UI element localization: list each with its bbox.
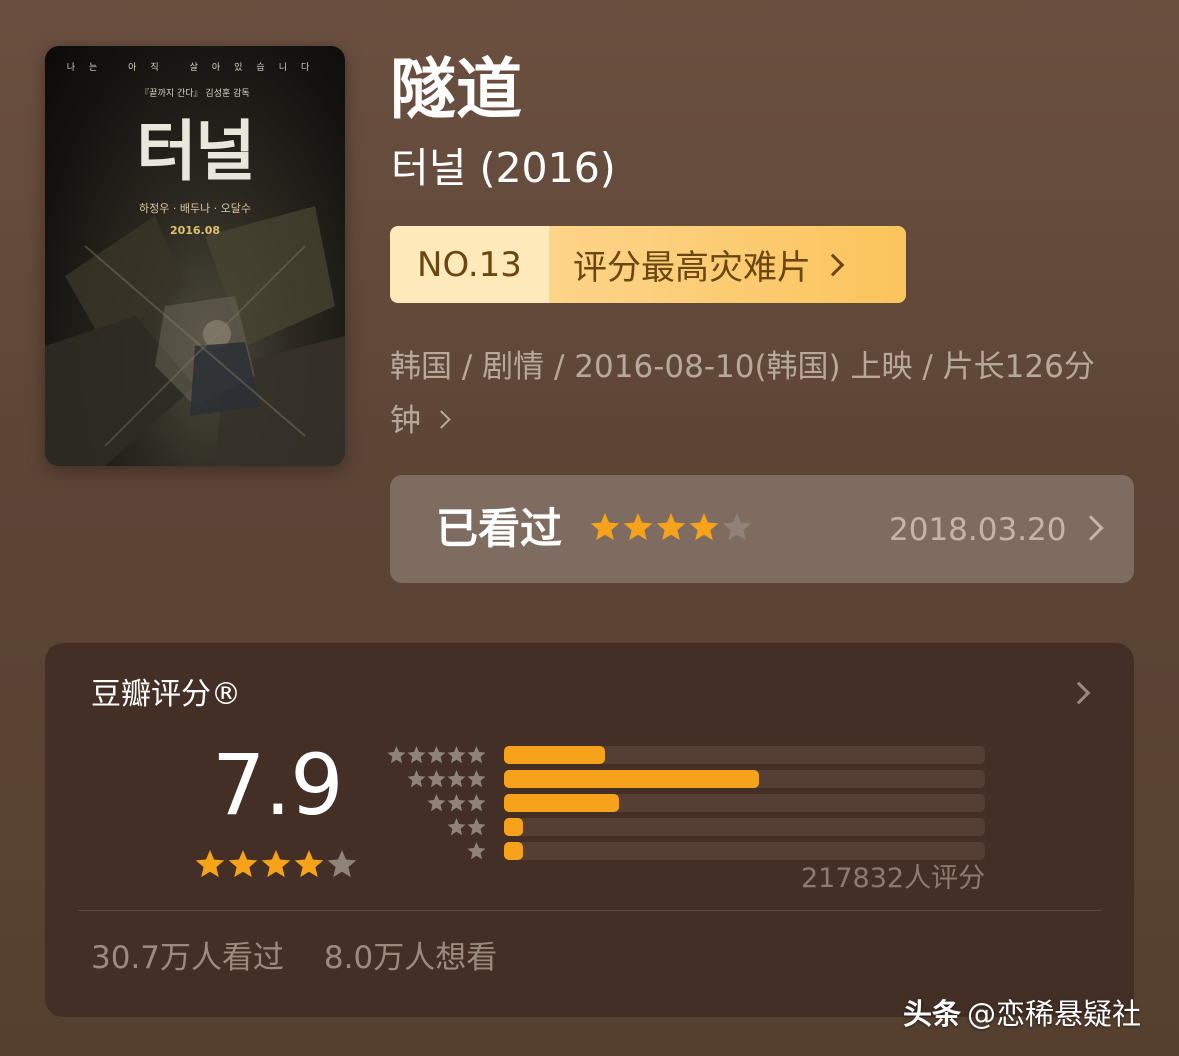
star-empty-icon [407, 746, 426, 764]
rating-bar-fill [504, 746, 605, 764]
rating-score: 7.9 [212, 736, 344, 834]
douban-rating-card[interactable]: 豆瓣评分® 7.9 217832人评分 30.7万人看过 8.0万人想看 [45, 643, 1134, 1017]
score-stars [195, 850, 357, 878]
watched-stars [590, 513, 752, 541]
meta-line-1: 韩国 / 剧情 / 2016-08-10(韩国) 上映 / 片长126分 [390, 349, 1095, 385]
star-empty-icon [467, 818, 486, 836]
poster-tagline: 나는 아직 살아있습니다 [66, 63, 324, 73]
movie-meta[interactable]: 韩国 / 剧情 / 2016-08-10(韩国) 上映 / 片长126分 钟 [390, 340, 1150, 448]
meta-line-2: 钟 [390, 403, 421, 439]
rank-number: NO.13 [390, 226, 549, 303]
star-filled-icon [261, 850, 291, 878]
star-filled-icon [228, 850, 258, 878]
star-filled-icon [590, 513, 620, 541]
star-empty-icon [467, 770, 486, 788]
rating-level-3-star [385, 791, 985, 815]
meta-line-2-container: 钟 [390, 394, 1150, 448]
rating-level-stars [387, 745, 487, 769]
star-filled-icon [294, 850, 324, 878]
movie-original-title: 터널 (2016) [391, 144, 616, 192]
watermark-brand: 头条 [903, 997, 962, 1031]
rating-level-stars [407, 769, 487, 793]
rating-bar-track [504, 818, 985, 836]
rating-count: 217832人评分 [801, 863, 986, 894]
star-filled-icon [623, 513, 653, 541]
rating-level-1-star [385, 839, 985, 863]
poster-title: 터널 [136, 113, 255, 190]
watched-star-rating [590, 512, 760, 550]
rank-badge[interactable]: NO.13 评分最高灾难片 [390, 226, 906, 303]
rating-bar-fill [504, 842, 524, 860]
rating-level-stars [427, 793, 487, 817]
watermark-handle: @恋稀悬疑社 [967, 997, 1142, 1031]
rating-bar-track [504, 770, 985, 788]
star-empty-icon [467, 842, 486, 860]
divider [78, 910, 1101, 911]
audience-stats: 30.7万人看过 8.0万人想看 [91, 936, 527, 980]
movie-poster[interactable]: 나는 아직 살아있습니다 『끝까지 간다』 김성훈 감독 터널 하정우 · 배두… [45, 46, 345, 466]
star-empty-icon [407, 770, 426, 788]
rating-stars [195, 849, 365, 887]
star-empty-icon [447, 794, 466, 812]
watched-date: 2018.03.20 [889, 512, 1067, 548]
star-empty-icon [427, 794, 446, 812]
star-empty-icon [427, 746, 446, 764]
rating-level-2-star [385, 815, 985, 839]
rating-bar-track [504, 746, 985, 764]
chevron-right-icon[interactable] [1067, 681, 1091, 705]
rank-label-container: 评分最高灾难片 [549, 226, 906, 303]
star-empty-icon [447, 746, 466, 764]
chevron-right-icon [1078, 515, 1104, 541]
watched-count: 30.7万人看过 [91, 940, 285, 976]
rating-bar-track [504, 842, 985, 860]
star-empty-icon [327, 850, 357, 878]
rating-level-stars [467, 841, 487, 865]
rating-bar-fill [504, 794, 620, 812]
watched-status-bar[interactable]: 已看过 2018.03.20 [390, 475, 1134, 583]
want-count: 8.0万人想看 [323, 940, 498, 976]
chevron-right-icon [821, 253, 845, 276]
star-filled-icon [689, 513, 719, 541]
poster-cast: 하정우 · 배두나 · 오달수 [138, 202, 252, 215]
rank-label: 评分最高灾难片 [573, 248, 811, 288]
rating-card-title: 豆瓣评分® [91, 677, 241, 712]
star-empty-icon [447, 770, 466, 788]
poster-date: 2016.08 [169, 224, 221, 237]
rating-level-stars [447, 817, 487, 841]
star-empty-icon [387, 746, 406, 764]
rating-level-4-star [385, 767, 985, 791]
star-filled-icon [656, 513, 686, 541]
rating-level-5-star [385, 743, 985, 767]
chevron-right-icon [432, 410, 451, 429]
rating-bar-fill [504, 818, 524, 836]
star-empty-icon [467, 794, 486, 812]
watched-label: 已看过 [436, 504, 563, 553]
star-empty-icon [722, 513, 752, 541]
star-empty-icon [427, 770, 446, 788]
star-filled-icon [195, 850, 225, 878]
star-empty-icon [467, 746, 486, 764]
movie-title: 隧道 [390, 51, 522, 128]
star-empty-icon [447, 818, 466, 836]
watermark: 头条 @恋稀悬疑社 [903, 994, 1141, 1034]
rating-bar-track [504, 794, 985, 812]
rating-bar-fill [504, 770, 759, 788]
